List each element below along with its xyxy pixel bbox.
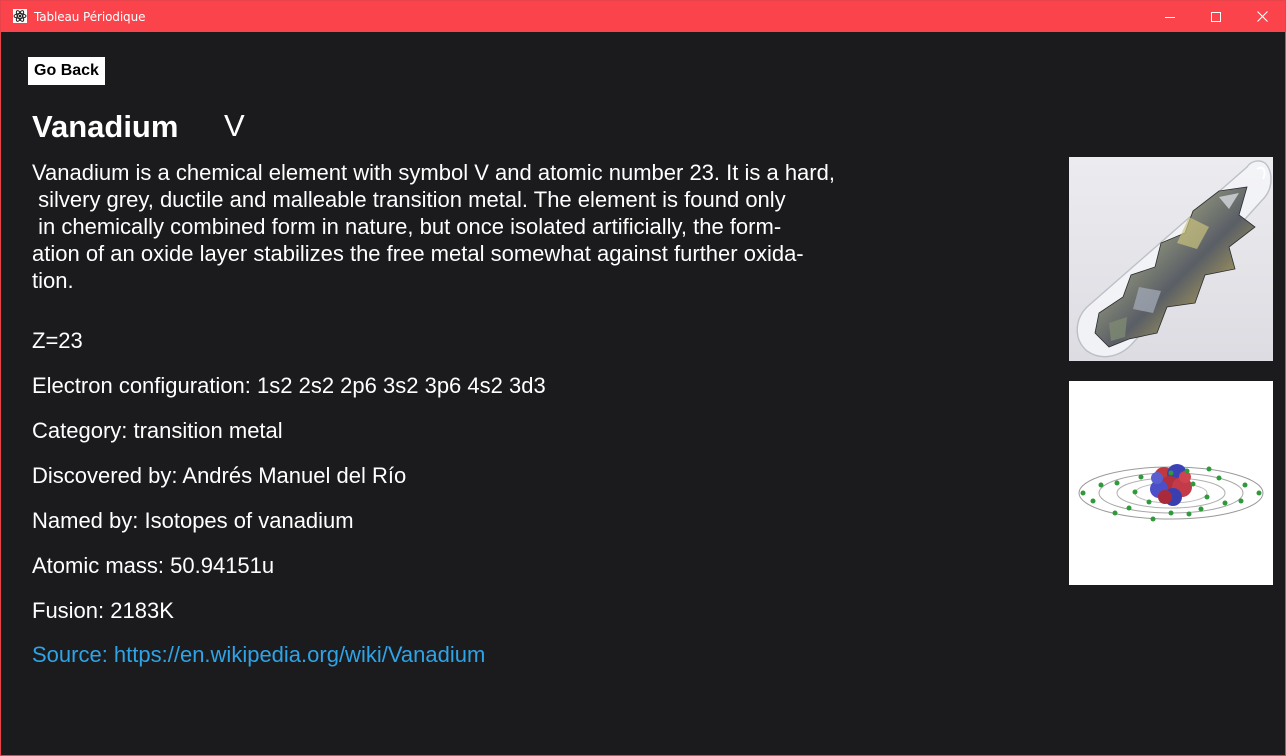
- source-link[interactable]: Source: https://en.wikipedia.org/wiki/Va…: [32, 642, 485, 668]
- bohr-atom-model: [1069, 381, 1273, 585]
- title-bar[interactable]: Tableau Périodique: [1, 1, 1285, 32]
- window-title: Tableau Périodique: [34, 10, 146, 24]
- category: Category: transition metal: [32, 418, 283, 443]
- element-symbol: V: [224, 108, 245, 143]
- atom-app-icon: [13, 9, 27, 23]
- close-button[interactable]: [1239, 1, 1285, 32]
- app-window: Tableau Périodique Go Back Vanadium V Va…: [0, 0, 1286, 756]
- discovered-by: Discovered by: Andrés Manuel del Río: [32, 463, 407, 488]
- electron-configuration: Electron configuration: 1s2 2s2 2p6 3s2 …: [32, 373, 546, 398]
- vanadium-sample-photo: [1069, 157, 1273, 361]
- minimize-icon: [1165, 12, 1175, 22]
- close-icon: [1256, 11, 1268, 22]
- atomic-mass: Atomic mass: 50.94151u: [32, 553, 275, 578]
- element-name: Vanadium: [32, 109, 179, 144]
- minimize-button[interactable]: [1147, 1, 1193, 32]
- maximize-button[interactable]: [1193, 1, 1239, 32]
- atomic-number: Z=23: [32, 328, 83, 353]
- element-detail-page: Go Back Vanadium V Vanadium is a chemica…: [1, 32, 1285, 755]
- named-by: Named by: Isotopes of vanadium: [32, 508, 354, 533]
- fusion-point: Fusion: 2183K: [32, 598, 174, 623]
- element-description: Vanadium is a chemical element with symb…: [32, 160, 835, 293]
- go-back-button[interactable]: Go Back: [28, 57, 105, 85]
- maximize-icon: [1211, 11, 1221, 22]
